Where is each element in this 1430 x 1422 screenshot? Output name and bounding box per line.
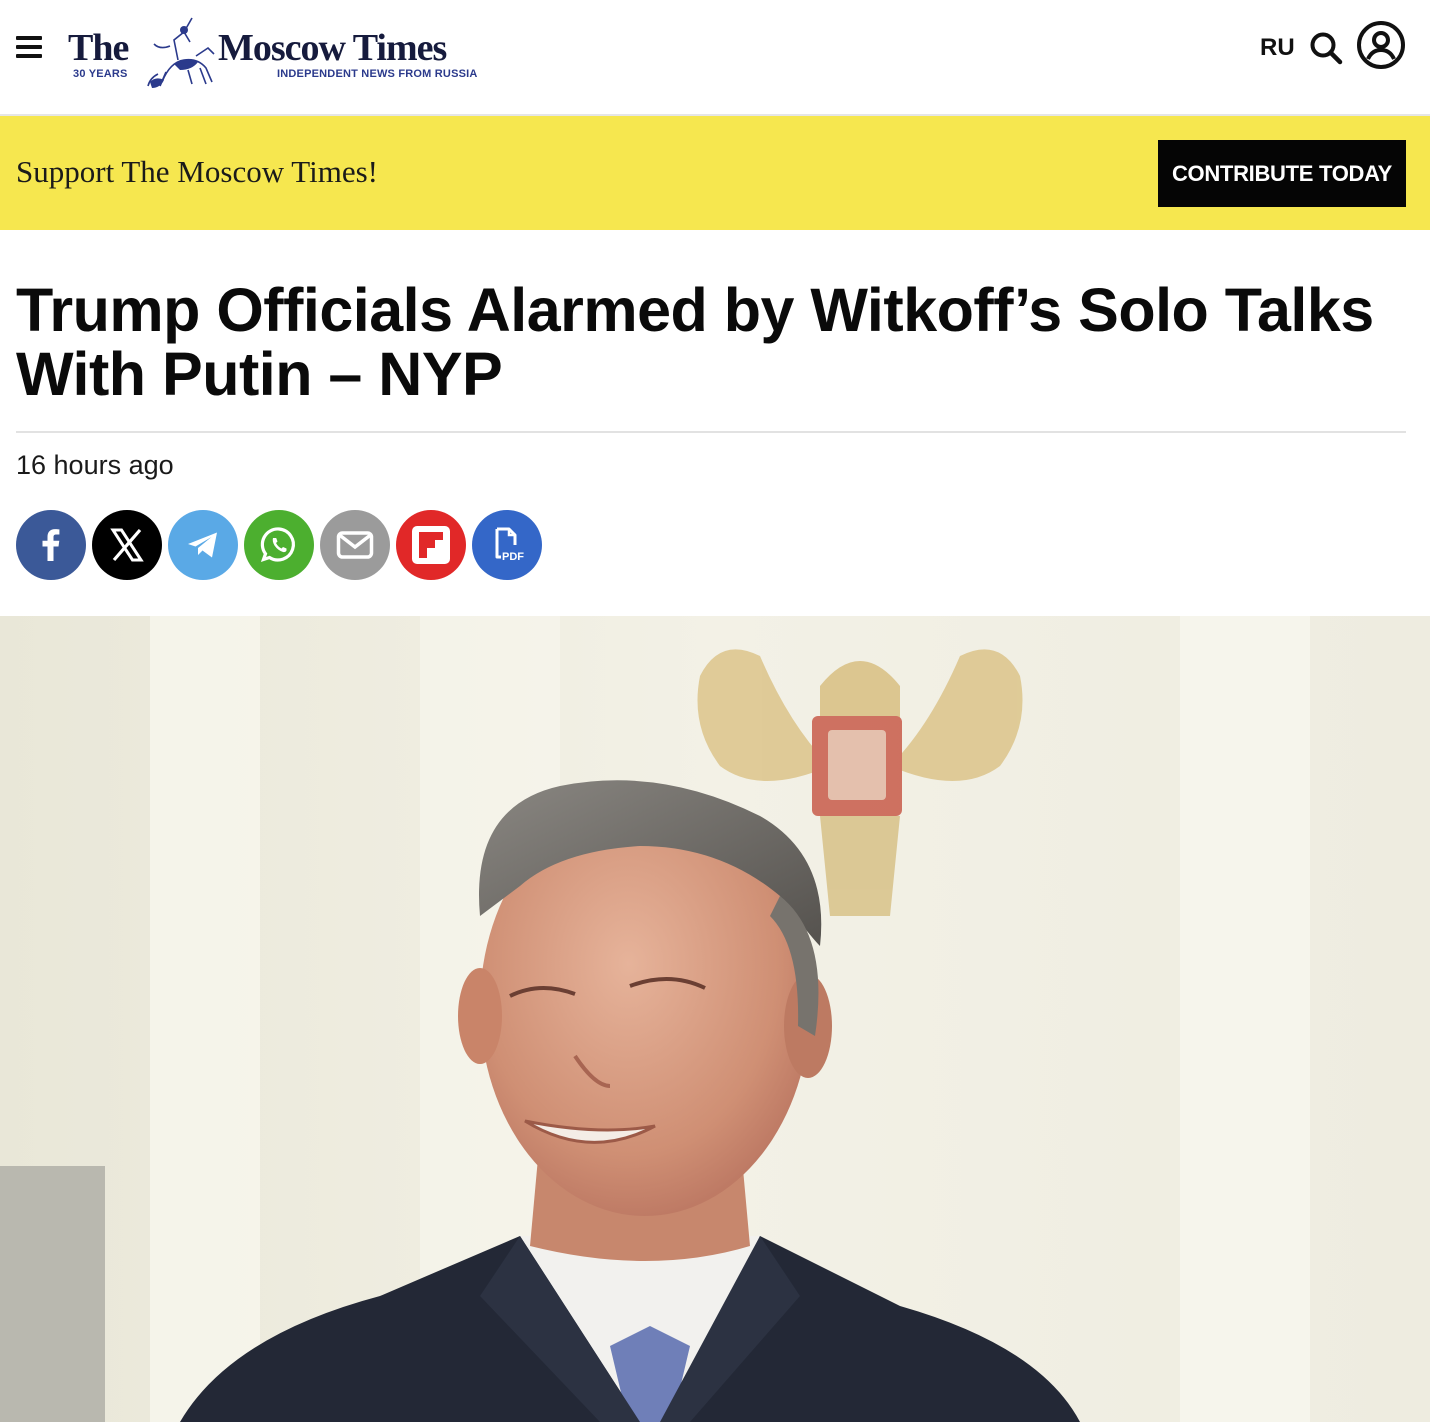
article-timestamp: 16 hours ago	[16, 450, 174, 480]
support-banner: Support The Moscow Times! CONTRIBUTE TOD…	[0, 116, 1430, 230]
telegram-icon	[188, 532, 217, 558]
email-icon	[336, 531, 374, 559]
article-headline: Trump Officials Alarmed by Witkoff’s Sol…	[16, 276, 1374, 408]
site-header: The Moscow Times 30 YEARS INDEPENDENT NE…	[0, 0, 1430, 116]
flipboard-icon	[412, 526, 450, 564]
flipboard-share-button[interactable]	[396, 510, 466, 580]
pdf-label: PDF	[502, 551, 524, 563]
st-george-emblem-icon	[147, 17, 215, 88]
facebook-icon	[42, 529, 60, 561]
pdf-download-button[interactable]: PDF	[472, 510, 542, 580]
hero-image[interactable]	[0, 616, 1430, 1422]
telegram-share-button[interactable]	[168, 510, 238, 580]
logo-name: Moscow Times	[218, 27, 447, 69]
whatsapp-share-button[interactable]	[244, 510, 314, 580]
facebook-share-button[interactable]	[16, 510, 86, 580]
x-icon	[110, 528, 144, 562]
man-in-suit-photo	[0, 616, 1430, 1422]
whatsapp-icon	[260, 527, 295, 563]
language-switch-link[interactable]: RU	[1260, 34, 1295, 62]
headline-divider	[16, 431, 1406, 433]
logo-the: The	[68, 27, 129, 69]
share-buttons: PDF	[16, 510, 542, 580]
user-circle-icon[interactable]	[1356, 20, 1406, 70]
pdf-icon: PDF	[495, 527, 524, 563]
logo-tagline: INDEPENDENT NEWS FROM RUSSIA	[277, 68, 478, 80]
x-share-button[interactable]	[92, 510, 162, 580]
email-share-button[interactable]	[320, 510, 390, 580]
search-icon[interactable]	[1308, 30, 1344, 66]
logo-years: 30 YEARS	[73, 68, 128, 80]
contribute-button[interactable]: CONTRIBUTE TODAY	[1158, 140, 1406, 207]
support-text: Support The Moscow Times!	[16, 154, 378, 189]
site-logo[interactable]: The Moscow Times 30 YEARS INDEPENDENT NE…	[68, 12, 478, 92]
hamburger-menu-icon[interactable]	[16, 36, 42, 58]
